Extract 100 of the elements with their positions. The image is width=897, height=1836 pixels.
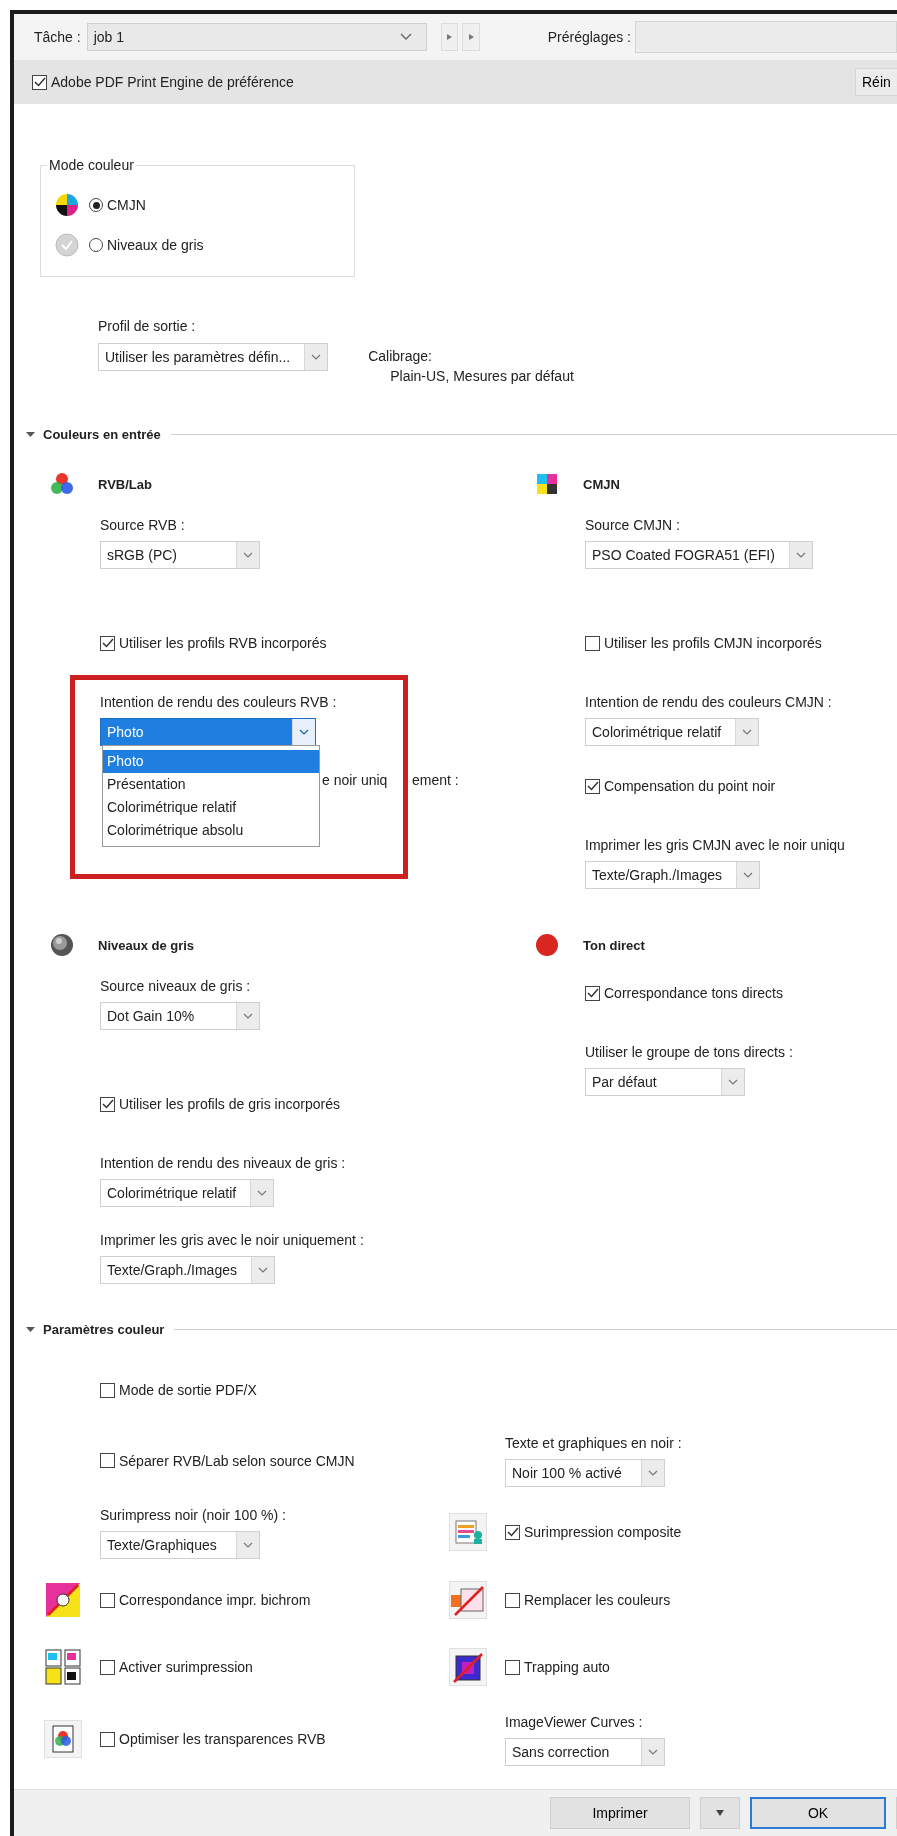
checkbox[interactable] [100, 1731, 115, 1747]
dropdown[interactable]: Par défaut [585, 1068, 745, 1096]
dropdown[interactable]: Noir 100 % activé [505, 1459, 665, 1487]
chevron-down-icon [648, 1748, 658, 1755]
section-title: Paramètres couleur [43, 1322, 165, 1337]
field-label: Intention de rendu des niveaux de gris : [100, 1154, 346, 1172]
calibration-value: Plain-US, Mesures par défaut [390, 367, 574, 385]
checkbox-label[interactable]: Trapping auto [524, 1659, 610, 1675]
dropdown[interactable]: Texte/Graphiques [100, 1530, 260, 1559]
checkbox-label[interactable]: Séparer RVB/Lab selon source CMJN [119, 1452, 355, 1469]
checkbox-label[interactable]: Remplacer les couleurs [524, 1592, 671, 1608]
dropdown[interactable]: Colorimétrique relatif [100, 1179, 275, 1207]
checkbox-label[interactable]: Mode de sortie PDF/X [119, 1382, 257, 1398]
checkbox[interactable] [100, 1659, 115, 1675]
task-dropdown[interactable]: job 1 [86, 23, 428, 51]
checkbox[interactable] [505, 1659, 520, 1675]
document-layers-icon [449, 1513, 487, 1551]
field-label: Surimpress noir (noir 100 %) : [100, 1505, 286, 1524]
list-option[interactable]: Colorimétrique relatif [103, 796, 319, 819]
checkbox[interactable] [100, 1592, 115, 1608]
dropdown[interactable]: Texte/Graph./Images [100, 1256, 275, 1284]
group-title: Niveaux de gris [98, 937, 195, 953]
checkbox-label[interactable]: Utiliser les profils CMJN incorporés [604, 635, 822, 651]
checkbox-label[interactable]: Utiliser les profils de gris incorporés [119, 1096, 340, 1112]
arrow-button[interactable] [441, 23, 459, 51]
dropdown[interactable]: sRGB (PC) [100, 541, 260, 569]
checkbox-label[interactable]: Correspondance tons directs [604, 985, 783, 1001]
checkbox-label[interactable]: Correspondance impr. bichrom [119, 1592, 311, 1608]
checkbox[interactable] [585, 778, 600, 794]
checkbox-label[interactable]: Compensation du point noir [604, 778, 776, 794]
arrow-icon [447, 34, 453, 40]
checkbox[interactable] [32, 74, 47, 90]
task-label: Tâche : [34, 28, 81, 46]
section-title: Couleurs en entrée [43, 427, 161, 442]
checkbox[interactable] [585, 985, 600, 1001]
checkbox-label[interactable]: Utiliser les profils RVB incorporés [119, 635, 327, 651]
field-label: Imprimer les gris CMJN avec le noir uniqu [585, 836, 845, 854]
field-label: Source niveaux de gris : [100, 977, 251, 995]
color-squares-icon [535, 472, 559, 496]
checkbox-label[interactable]: Surimpression composite [524, 1524, 682, 1540]
color-mix-icon [44, 1581, 82, 1619]
dropdown[interactable]: Sans correction [505, 1737, 665, 1766]
field-label: ement : [412, 771, 459, 789]
chevron-down-icon [400, 33, 413, 41]
dropdown[interactable]: Photo [100, 718, 316, 746]
disclosure-triangle-icon[interactable] [26, 430, 35, 439]
chevron-down-icon [299, 729, 309, 735]
chevron-down-icon [795, 552, 806, 558]
arrow-icon [468, 34, 474, 40]
chevron-down-icon [311, 354, 322, 360]
dropdown[interactable]: Colorimétrique relatif [585, 718, 760, 746]
chevron-down-icon [257, 1267, 268, 1273]
disclosure-triangle-icon[interactable] [26, 1325, 35, 1334]
calibration-label: Calibrage: [368, 347, 433, 365]
list-option[interactable]: Photo [103, 750, 319, 773]
caret-icon [716, 1809, 724, 1817]
checkbox-label[interactable]: Adobe PDF Print Engine de préférence [51, 74, 294, 90]
field-label: Utiliser le groupe de tons directs : [585, 1043, 793, 1061]
print-button[interactable]: Imprimer [550, 1797, 690, 1829]
field-label: Profil de sortie : [98, 317, 196, 335]
list-option[interactable]: Colorimétrique absolu [103, 819, 319, 842]
checkbox[interactable] [100, 1096, 115, 1112]
document-color-icon [44, 1720, 82, 1758]
dropdown[interactable]: Texte/Graph./Images [585, 861, 760, 889]
radio-label[interactable]: CMJN [107, 197, 146, 213]
arrow-button[interactable] [462, 23, 480, 51]
checkbox-label[interactable]: Activer surimpression [119, 1659, 253, 1675]
list-option[interactable]: Présentation [103, 773, 319, 796]
dropdown[interactable]: Dot Gain 10% [100, 1002, 260, 1030]
color-replace-icon [449, 1581, 487, 1619]
group-title: CMJN [583, 476, 620, 492]
group-title: RVB/Lab [98, 476, 152, 492]
ok-button[interactable]: OK [750, 1797, 886, 1829]
checkbox-label[interactable]: Optimiser les transparences RVB [119, 1731, 326, 1747]
checkbox[interactable] [100, 1453, 115, 1468]
check-circle-icon [55, 233, 79, 257]
group-title: Ton direct [583, 937, 645, 953]
dropdown[interactable]: PSO Coated FOGRA51 (EFI) [585, 541, 813, 569]
checkbox[interactable] [505, 1592, 520, 1608]
checkbox[interactable] [100, 1382, 115, 1398]
checkbox[interactable] [505, 1524, 520, 1540]
color-circles-icon [50, 472, 74, 496]
field-label: Texte et graphiques en noir : [505, 1434, 682, 1452]
presets-label: Préréglages : [547, 28, 631, 46]
chevron-down-icon [243, 552, 253, 558]
reset-button[interactable]: Réin [855, 68, 897, 96]
trapping-icon [449, 1648, 487, 1686]
chevron-down-icon [742, 872, 753, 878]
chevron-down-icon [243, 1541, 253, 1548]
presets-field[interactable] [635, 21, 897, 53]
spot-color-icon [535, 933, 559, 957]
field-label: Intention de rendu des couleurs CMJN : [585, 693, 832, 711]
chevron-down-icon [728, 1079, 738, 1085]
field-label: Intention de rendu des couleurs RVB : [100, 693, 337, 711]
field-label: Source RVB : [100, 516, 185, 534]
radio-label[interactable]: Niveaux de gris [107, 237, 204, 253]
checkbox[interactable] [585, 635, 600, 651]
dropdown[interactable]: Utiliser les paramètres défin... [98, 343, 329, 371]
sphere-icon [50, 933, 74, 957]
checkbox[interactable] [100, 635, 115, 651]
